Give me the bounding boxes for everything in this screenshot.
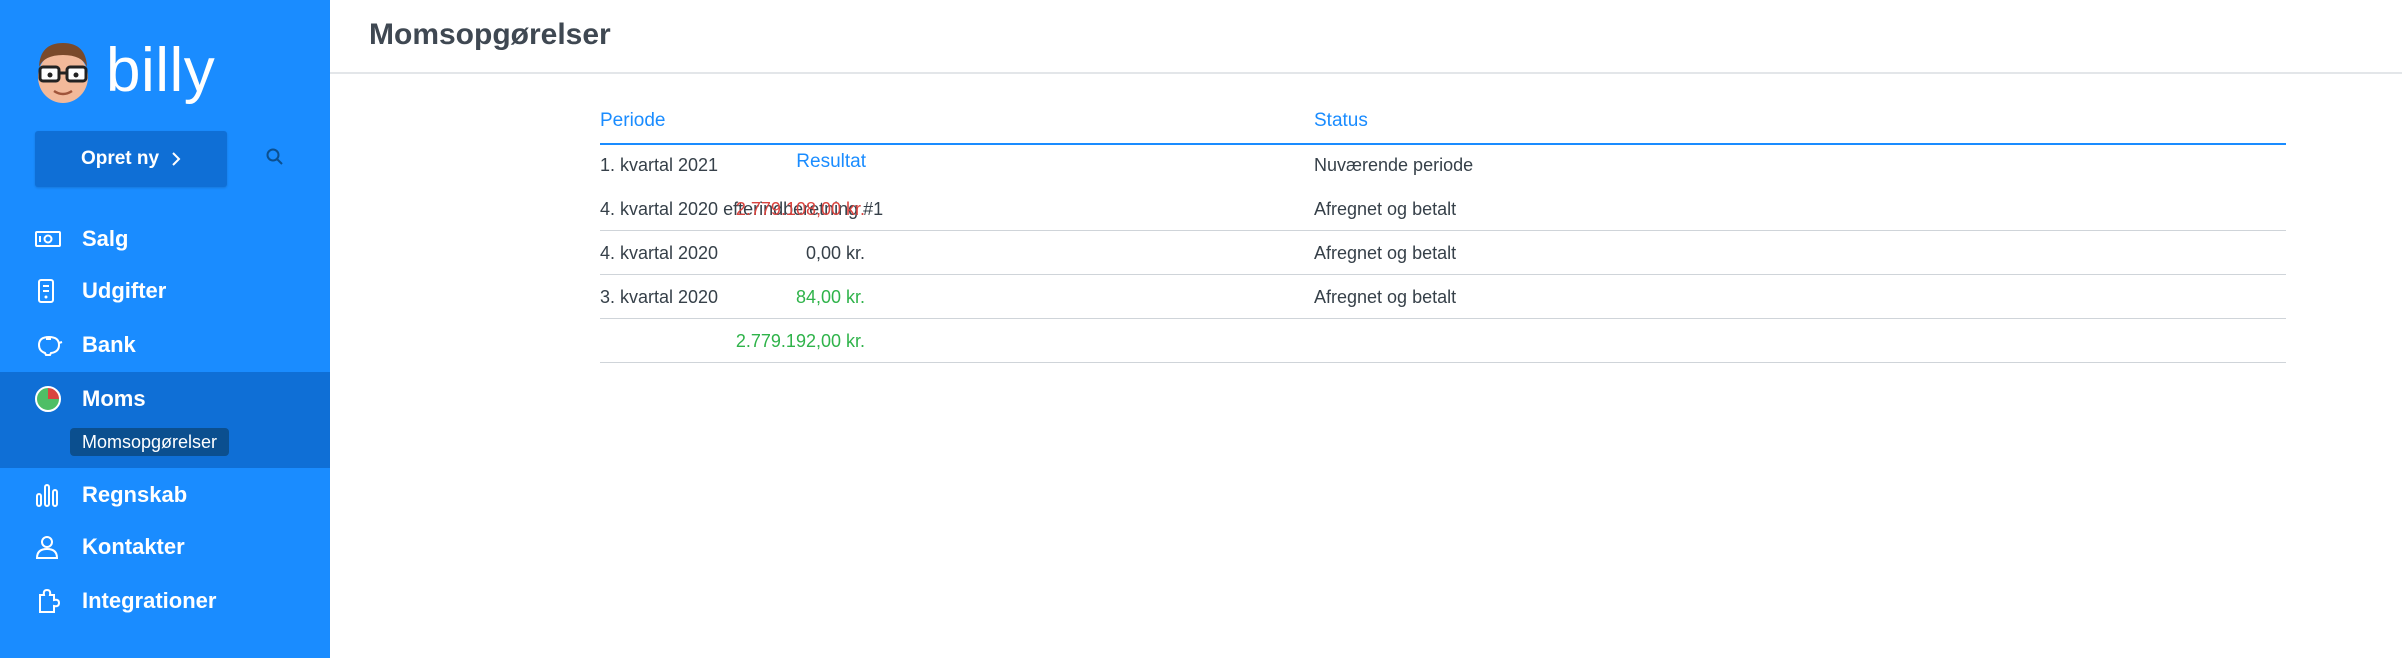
table-total-row: 2.779.192,00 kr.: [600, 319, 2286, 363]
column-header-result[interactable]: Resultat: [600, 151, 866, 173]
sidebar-item-integrationer[interactable]: Integrationer: [0, 575, 330, 627]
sidebar-item-label: Udgifter: [82, 278, 167, 303]
sidebar-item-regnskab[interactable]: Regnskab: [0, 469, 330, 521]
sidebar-item-label: Bank: [82, 332, 136, 357]
sidebar-item-moms[interactable]: Moms: [0, 373, 330, 425]
page-title: Momsopgørelser: [369, 18, 611, 51]
page-header: Momsopgørelser: [330, 0, 2402, 74]
pie-chart-icon: [34, 385, 62, 413]
create-new-label: Opret ny: [80, 148, 160, 169]
sidebar: billy Opret ny Salg Udgifter Bank Moms M…: [0, 0, 330, 658]
logo-text: billy: [106, 36, 216, 105]
table-row[interactable]: 4. kvartal 2020 0,00 kr. Afregnet og bet…: [600, 231, 2286, 275]
result-cell: 84,00 kr.: [795, 286, 865, 307]
status-cell: Afregnet og betalt: [1314, 242, 1457, 263]
result-cell: 0,00 kr.: [805, 242, 865, 263]
status-cell: Afregnet og betalt: [1314, 286, 1457, 307]
search-icon[interactable]: [265, 147, 285, 172]
sidebar-item-label: Regnskab: [82, 482, 188, 507]
cash-icon: [34, 228, 62, 250]
puzzle-icon: [34, 587, 60, 615]
sidebar-subitem-momsopgorelser[interactable]: Momsopgørelser: [70, 428, 230, 456]
sidebar-item-label: Kontakter: [82, 534, 185, 559]
sidebar-item-label: Moms: [82, 386, 146, 411]
column-header-status[interactable]: Status: [1314, 110, 1368, 132]
column-header-period[interactable]: Periode: [600, 110, 666, 132]
total-cell: 2.779.192,00 kr.: [735, 330, 865, 351]
sidebar-item-label: Salg: [82, 226, 129, 251]
user-icon: [34, 534, 60, 560]
sidebar-item-bank[interactable]: Bank: [0, 319, 330, 371]
sidebar-item-udgifter[interactable]: Udgifter: [0, 265, 330, 317]
receipt-icon: [34, 277, 58, 305]
table-row[interactable]: 3. kvartal 2020 84,00 kr. Afregnet og be…: [600, 275, 2286, 319]
bar-chart-icon: [34, 482, 60, 508]
logo[interactable]: billy: [34, 36, 215, 106]
sidebar-subitem-label: Momsopgørelser: [82, 431, 218, 452]
status-cell: Nuværende periode: [1314, 154, 1474, 175]
result-cell: 2.779.108,00 kr.: [735, 198, 865, 219]
sidebar-item-kontakter[interactable]: Kontakter: [0, 521, 330, 573]
table-row[interactable]: 4. kvartal 2020 efterindberetning #1 2.7…: [600, 187, 2286, 231]
billy-mascot-icon: [38, 43, 88, 103]
sidebar-item-label: Integrationer: [82, 588, 217, 613]
piggy-bank-icon: [34, 333, 64, 357]
status-cell: Afregnet og betalt: [1314, 198, 1457, 219]
row-divider: [600, 362, 2286, 363]
create-new-button[interactable]: Opret ny: [35, 131, 227, 187]
sidebar-item-salg[interactable]: Salg: [0, 213, 330, 265]
chevron-right-icon: [171, 151, 181, 167]
